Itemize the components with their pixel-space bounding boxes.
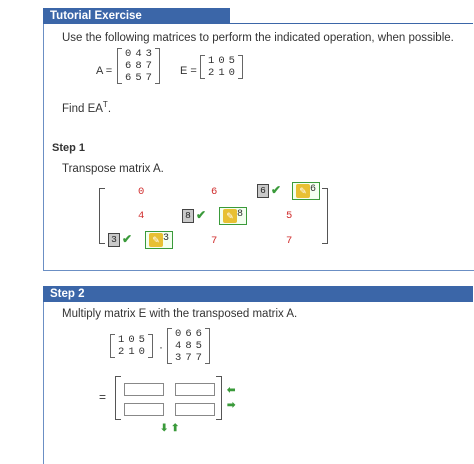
result-left-bracket xyxy=(115,376,121,420)
step2-matrix-e: 105 210 xyxy=(110,334,153,358)
key-icon: ✎ xyxy=(296,184,310,198)
find-text: Find EAT. xyxy=(62,100,112,115)
given-value-box: 6 xyxy=(257,184,269,198)
check-icon: ✔ xyxy=(196,208,207,222)
tutorial-header: Tutorial Exercise xyxy=(43,8,230,24)
result-input-2-1[interactable] xyxy=(124,403,164,416)
at-cell-1-1: 0 xyxy=(138,186,145,198)
at-cell-3-2: 7 xyxy=(211,235,218,247)
check-icon: ✔ xyxy=(271,183,282,197)
result-input-2-2[interactable] xyxy=(175,403,215,416)
at-cell-2-3: 5 xyxy=(286,210,293,222)
at-cell-2-1: 4 xyxy=(138,210,145,222)
given-value-box: 3 xyxy=(108,233,120,247)
matrix-e: 105 210 xyxy=(200,55,243,79)
answer-box-2-2[interactable]: ✎ 8 xyxy=(219,207,247,225)
result-right-bracket xyxy=(216,376,222,420)
step2-header: Step 2 xyxy=(43,286,473,302)
remove-row-arrow-icon[interactable]: ⬆ xyxy=(171,423,179,434)
transpose-left-bracket xyxy=(99,188,105,244)
add-row-arrow-icon[interactable]: ⬇ xyxy=(160,423,168,434)
tutorial-panel xyxy=(43,8,474,271)
step1-title: Step 1 xyxy=(52,142,86,154)
check-icon: ✔ xyxy=(122,232,133,246)
answer-box-3-1[interactable]: ✎ 3 xyxy=(145,231,173,249)
remove-column-arrow-icon[interactable]: ⬅ xyxy=(227,385,235,396)
matrix-e-label: E = xyxy=(180,65,197,77)
key-icon: ✎ xyxy=(149,233,163,247)
multiply-dot: · xyxy=(159,340,163,354)
given-value-box: 8 xyxy=(182,209,194,223)
add-column-arrow-icon[interactable]: ➡ xyxy=(227,400,235,411)
at-cell-3-3: 7 xyxy=(286,235,293,247)
result-input-1-2[interactable] xyxy=(175,383,215,396)
matrix-a: 043 687 657 xyxy=(117,48,160,84)
header-rule xyxy=(223,23,473,24)
matrix-a-label: A = xyxy=(96,65,113,77)
answer-box-1-3[interactable]: ✎ 6 xyxy=(292,182,320,200)
instruction-text: Use the following matrices to perform th… xyxy=(62,32,454,44)
step1-text: Transpose matrix A. xyxy=(62,163,164,175)
transpose-right-bracket xyxy=(322,188,328,244)
step2-text: Multiply matrix E with the transposed ma… xyxy=(62,308,298,320)
key-icon: ✎ xyxy=(223,209,237,223)
result-input-1-1[interactable] xyxy=(124,383,164,396)
at-cell-1-2: 6 xyxy=(211,186,218,198)
equals-sign: = xyxy=(99,390,107,404)
step2-matrix-at: 066 485 377 xyxy=(167,328,210,364)
